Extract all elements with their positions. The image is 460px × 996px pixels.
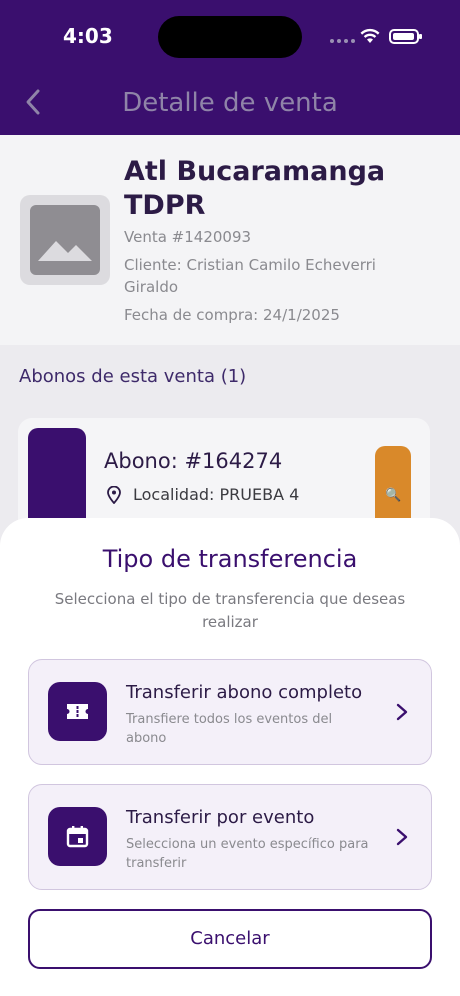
chevron-right-icon xyxy=(396,703,408,721)
option-transfer-full-abono[interactable]: Transferir abono completo Transfiere tod… xyxy=(28,659,432,765)
cancel-button[interactable]: Cancelar xyxy=(28,909,432,969)
sheet-subtitle: Selecciona el tipo de transferencia que … xyxy=(54,590,406,631)
option-description: Transfiere todos los eventos del abono xyxy=(126,712,333,746)
ticket-icon xyxy=(48,682,107,741)
option-transfer-by-event[interactable]: Transferir por evento Selecciona un even… xyxy=(28,784,432,890)
option-description: Selecciona un evento específico para tra… xyxy=(126,837,369,871)
option-title: Transferir por evento xyxy=(126,807,315,828)
chevron-right-icon xyxy=(396,828,408,846)
calendar-icon xyxy=(48,807,107,866)
option-title: Transferir abono completo xyxy=(126,682,363,703)
transfer-type-sheet: Tipo de transferencia Selecciona el tipo… xyxy=(0,518,460,996)
sheet-title: Tipo de transferencia xyxy=(102,545,358,573)
